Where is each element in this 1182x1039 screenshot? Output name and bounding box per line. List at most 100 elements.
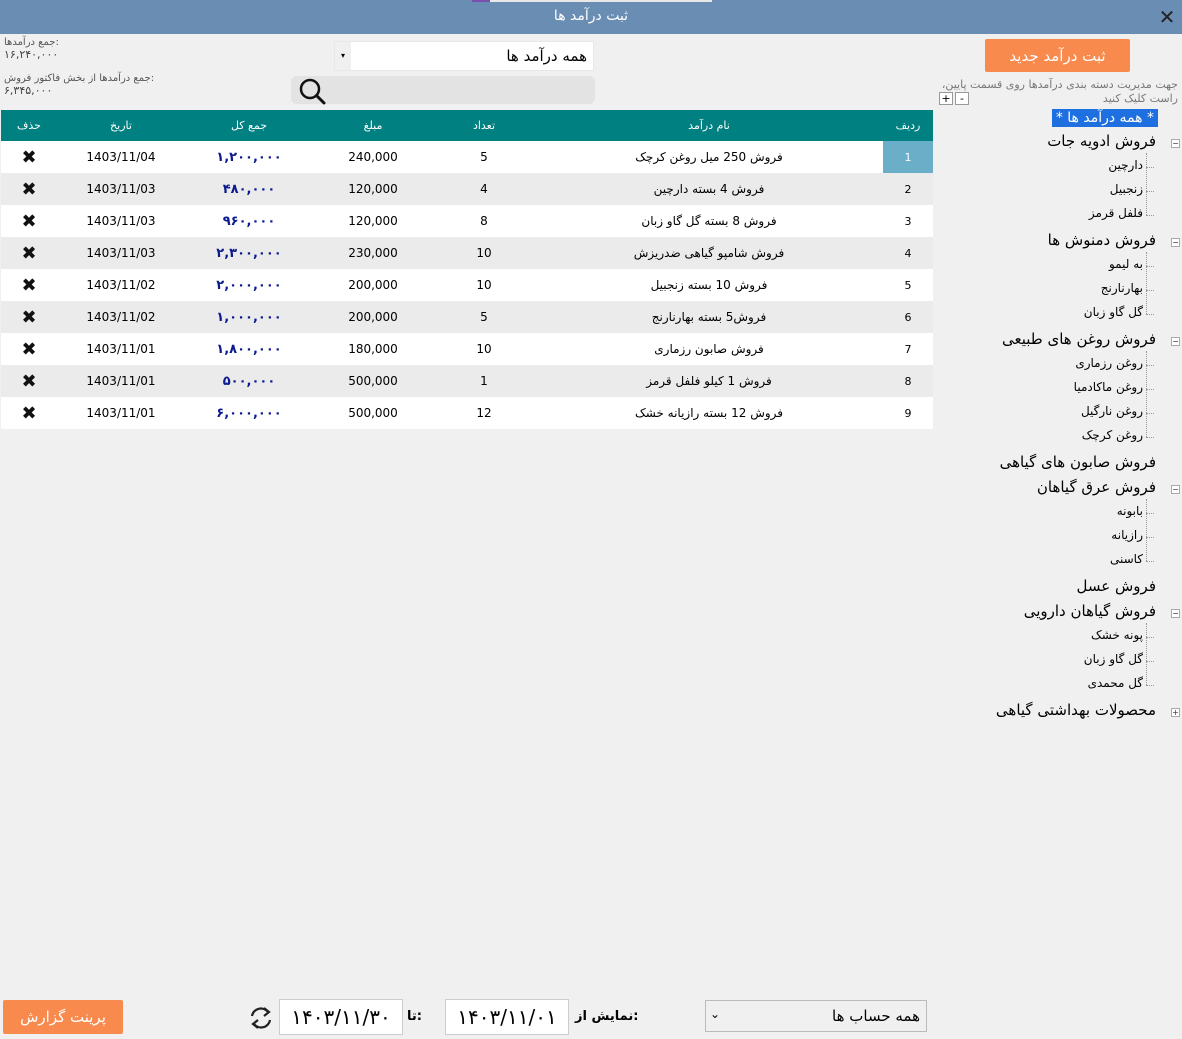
table-row[interactable]: ✖ 1403/11/03 ۹۶۰,۰۰۰ 120,000 8 فروش 8 بسته گل…: [1, 205, 933, 237]
header-row-number[interactable]: ردیف: [883, 110, 933, 141]
collapse-icon[interactable]: −: [1171, 485, 1180, 494]
expand-icon[interactable]: +: [1171, 708, 1180, 717]
tree-group[interactable]: فروش دمنوش ها: [1048, 231, 1156, 249]
collapse-icon[interactable]: −: [1171, 238, 1180, 247]
tree-item[interactable]: کاسنی: [1110, 552, 1143, 566]
account-select[interactable]: ⌄ همه حساب ها: [705, 1000, 927, 1032]
tree-connector: [1146, 499, 1147, 561]
collapse-icon[interactable]: −: [1171, 337, 1180, 346]
delete-icon[interactable]: ✖: [1, 173, 57, 205]
collapse-all-button[interactable]: -: [955, 92, 969, 105]
title-accent: [472, 0, 712, 2]
tree-item[interactable]: بابونه: [1117, 504, 1143, 518]
cell-qty: 1: [433, 365, 535, 397]
tree-item[interactable]: روغن رزماری: [1075, 356, 1143, 370]
to-date-field[interactable]: ۱۴۰۳/۱۱/۳۰: [279, 999, 403, 1035]
header-price[interactable]: مبلغ: [313, 110, 433, 141]
header-delete[interactable]: حذف: [1, 110, 57, 141]
tree-item[interactable]: گل گاو زبان: [1084, 305, 1143, 319]
table-row[interactable]: ✖ 1403/11/01 ۱,۸۰۰,۰۰۰ 180,000 10 فروش صابون …: [1, 333, 933, 365]
new-income-button[interactable]: ثبت درآمد جدید: [985, 39, 1130, 72]
cell-qty: 5: [433, 141, 535, 173]
header-date[interactable]: تاریخ: [57, 110, 185, 141]
header-qty[interactable]: تعداد: [433, 110, 535, 141]
tree-item[interactable]: بهارنارنج: [1101, 281, 1143, 295]
delete-icon[interactable]: ✖: [1, 237, 57, 269]
delete-icon[interactable]: ✖: [1, 205, 57, 237]
cell-name: فروش5 بسته بهارنارنج: [535, 301, 883, 333]
tree-item[interactable]: رازیانه: [1111, 528, 1143, 542]
cell-total: ۲,۳۰۰,۰۰۰: [185, 237, 313, 269]
search-input[interactable]: [333, 78, 589, 102]
cell-name: فروش 12 بسته رازیانه خشک: [535, 397, 883, 429]
cell-date: 1403/11/03: [57, 205, 185, 237]
cell-name: فروش 4 بسته دارچین: [535, 173, 883, 205]
cell-name: فروش 250 میل روغن کرچک: [535, 141, 883, 173]
table-row[interactable]: ✖ 1403/11/01 ۵۰۰,۰۰۰ 500,000 1 فروش 1 کیلو فل…: [1, 365, 933, 397]
delete-icon[interactable]: ✖: [1, 301, 57, 333]
delete-icon[interactable]: ✖: [1, 141, 57, 173]
dropdown-arrow-icon[interactable]: ▾: [335, 42, 351, 70]
expand-all-button[interactable]: +: [939, 92, 953, 105]
tree-hint-text: جهت مدیریت دسته بندی درآمدها روی قسمت پا…: [941, 78, 1178, 105]
tree-item[interactable]: روغن نارگیل: [1081, 404, 1143, 418]
tree-connector: [1146, 290, 1154, 291]
table-row[interactable]: ✖ 1403/11/01 ۶,۰۰۰,۰۰۰ 500,000 12 فروش 12 بست…: [1, 397, 933, 429]
delete-icon[interactable]: ✖: [1, 397, 57, 429]
tree-group[interactable]: فروش عرق گیاهان: [1037, 478, 1156, 496]
cell-date: 1403/11/01: [57, 397, 185, 429]
tree-group[interactable]: فروش گیاهان دارویی: [1024, 602, 1156, 620]
income-total: جمع درآمدها: ۱۶,۲۴۰,۰۰۰: [4, 37, 59, 61]
chevron-down-icon[interactable]: ⌄: [710, 1007, 720, 1021]
cell-date: 1403/11/01: [57, 333, 185, 365]
tree-group[interactable]: فروش ادویه جات: [1047, 132, 1156, 150]
tree-group[interactable]: فروش روغن های طبیعی: [1002, 330, 1156, 348]
header-name[interactable]: نام درآمد: [535, 110, 883, 141]
tree-group[interactable]: محصولات بهداشتی گیاهی: [996, 701, 1156, 719]
cell-total: ۶,۰۰۰,۰۰۰: [185, 397, 313, 429]
income-filter-select[interactable]: ▾ همه درآمد ها: [334, 41, 594, 71]
close-icon[interactable]: ✕: [1156, 6, 1178, 28]
tree-item[interactable]: دارچین: [1108, 158, 1143, 172]
tree-connector: [1146, 389, 1154, 390]
table-row[interactable]: ✖ 1403/11/03 ۴۸۰,۰۰۰ 120,000 4 فروش 4 بسته دا…: [1, 173, 933, 205]
refresh-icon[interactable]: [247, 1004, 275, 1032]
table-row[interactable]: ✖ 1403/11/04 ۱,۲۰۰,۰۰۰ 240,000 5 فروش 250 میل…: [1, 141, 933, 173]
print-report-button[interactable]: پرینت گزارش: [3, 1000, 123, 1034]
cell-qty: 12: [433, 397, 535, 429]
tree-item[interactable]: گل محمدی: [1088, 676, 1143, 690]
from-date-field[interactable]: ۱۴۰۳/۱۱/۰۱: [445, 999, 569, 1035]
header-total[interactable]: جمع کل: [185, 110, 313, 141]
tree-item[interactable]: زنجبیل: [1110, 182, 1143, 196]
tree-connector: [1146, 252, 1147, 314]
collapse-icon[interactable]: −: [1171, 139, 1180, 148]
search-icon[interactable]: [297, 77, 327, 105]
table-row[interactable]: ✖ 1403/11/02 ۲,۰۰۰,۰۰۰ 200,000 10 فروش 10 بست…: [1, 269, 933, 301]
tree-connector: [1146, 637, 1154, 638]
tree-group[interactable]: فروش عسل: [1077, 577, 1156, 595]
income-table: حذف تاریخ جمع کل مبلغ تعداد نام درآمد رد…: [1, 110, 933, 429]
tree-connector: [1146, 215, 1154, 216]
cell-total: ۴۸۰,۰۰۰: [185, 173, 313, 205]
cell-price: 200,000: [313, 301, 433, 333]
delete-icon[interactable]: ✖: [1, 269, 57, 301]
table-row[interactable]: ✖ 1403/11/03 ۲,۳۰۰,۰۰۰ 230,000 10 فروش شامپو …: [1, 237, 933, 269]
tree-item[interactable]: پونه خشک: [1091, 628, 1143, 642]
delete-icon[interactable]: ✖: [1, 333, 57, 365]
cell-row-number: 1: [883, 141, 933, 173]
cell-total: ۵۰۰,۰۰۰: [185, 365, 313, 397]
table-header-row: حذف تاریخ جمع کل مبلغ تعداد نام درآمد رد…: [1, 110, 933, 141]
delete-icon[interactable]: ✖: [1, 365, 57, 397]
tree-item[interactable]: روغن کرچک: [1082, 428, 1143, 442]
cell-row-number: 6: [883, 301, 933, 333]
tree-group[interactable]: فروش صابون های گیاهی: [1000, 453, 1156, 471]
tree-item[interactable]: فلفل قرمز: [1089, 206, 1143, 220]
collapse-icon[interactable]: −: [1171, 609, 1180, 618]
tree-connector: [1146, 513, 1154, 514]
cell-date: 1403/11/02: [57, 269, 185, 301]
tree-root-all-incomes[interactable]: * همه درآمد ها *: [1051, 109, 1158, 127]
table-row[interactable]: ✖ 1403/11/02 ۱,۰۰۰,۰۰۰ 200,000 5 فروش5 بسته ب…: [1, 301, 933, 333]
tree-item[interactable]: گل گاو زبان: [1084, 652, 1143, 666]
tree-item[interactable]: روغن ماکادمیا: [1074, 380, 1143, 394]
tree-item[interactable]: به لیمو: [1109, 257, 1143, 271]
